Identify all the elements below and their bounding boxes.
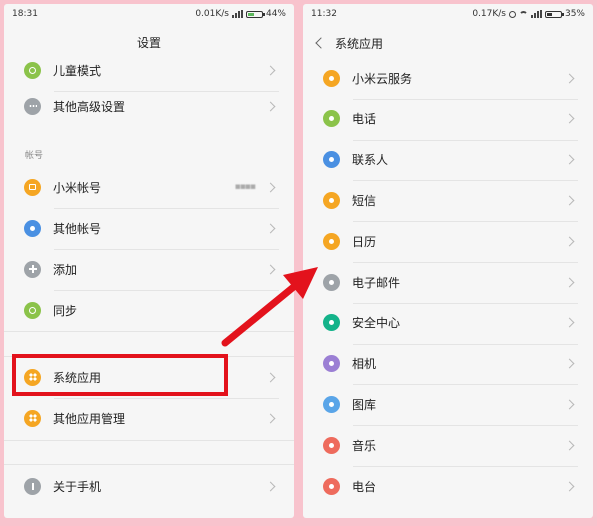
pointer-arrow — [221, 267, 318, 347]
